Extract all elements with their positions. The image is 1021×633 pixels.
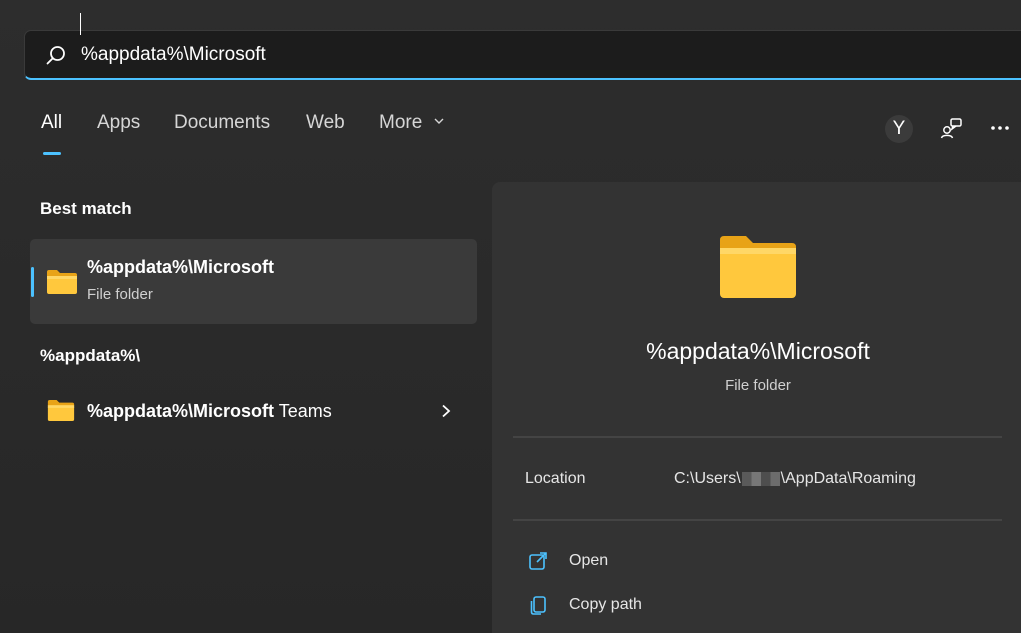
folder-icon [720, 236, 796, 298]
ellipsis-icon[interactable] [988, 116, 1012, 140]
search-icon [46, 46, 65, 65]
tab-all-label: All [41, 112, 63, 133]
divider [513, 436, 1002, 438]
open-external-icon [529, 552, 547, 570]
redacted-username [741, 471, 780, 486]
list-item-title: %appdata%\Microsoft Teams [87, 401, 332, 421]
search-input[interactable] [81, 31, 981, 79]
folder-icon [47, 400, 75, 421]
copy-icon [530, 596, 546, 615]
chevron-right-icon[interactable] [440, 404, 452, 418]
list-item[interactable]: %appdata%\Microsoft Teams [30, 387, 477, 437]
tab-web-label: Web [306, 112, 345, 133]
location-value: C:\Users\ \AppData\Roaming [674, 470, 916, 487]
tab-documents[interactable]: Documents [174, 112, 270, 134]
windows-search-window: All Apps Documents Web More Y Best match [0, 0, 1021, 633]
tab-apps-label: Apps [97, 112, 141, 133]
search-box[interactable] [24, 30, 1021, 80]
divider [513, 519, 1002, 521]
tab-more[interactable]: More [379, 112, 444, 134]
best-match-subtitle: File folder [87, 286, 153, 303]
open-action-label: Open [569, 552, 609, 569]
active-tab-indicator [43, 152, 61, 155]
folder-icon [47, 270, 77, 294]
best-match-heading: Best match [40, 199, 132, 218]
copy-path-action-label: Copy path [569, 596, 642, 613]
tab-apps[interactable]: Apps [97, 112, 140, 134]
selection-indicator [31, 267, 34, 297]
group-heading: %appdata%\ [40, 346, 141, 365]
tab-web[interactable]: Web [306, 112, 345, 134]
text-caret [80, 13, 81, 35]
feedback-icon[interactable] [939, 116, 963, 140]
tab-all[interactable]: All [41, 112, 62, 134]
chevron-down-icon [434, 118, 444, 124]
best-match-result[interactable]: %appdata%\Microsoft File folder [30, 239, 477, 324]
best-match-title: %appdata%\Microsoft [87, 257, 275, 277]
tab-documents-label: Documents [174, 112, 271, 133]
avatar[interactable]: Y [885, 115, 913, 143]
tab-more-label: More [379, 112, 423, 133]
preview-subtitle: File folder [725, 377, 791, 394]
preview-title: %appdata%\Microsoft [646, 338, 870, 364]
location-label: Location [525, 470, 586, 487]
preview-panel: %appdata%\Microsoft File folder Location… [492, 182, 1021, 633]
